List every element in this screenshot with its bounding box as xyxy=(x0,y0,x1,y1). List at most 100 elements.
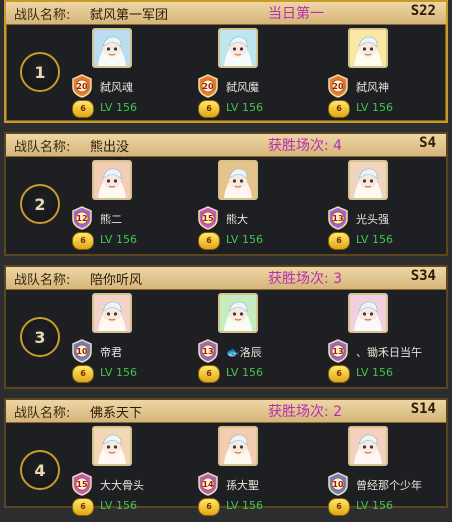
player-level: LV 156 xyxy=(226,366,263,379)
rank-badge-icon: 15 xyxy=(196,206,220,230)
rank-badge-icon: 20 xyxy=(196,74,220,98)
player-level: LV 156 xyxy=(356,101,393,114)
character-portrait[interactable] xyxy=(348,160,388,200)
server-tag: S34 xyxy=(410,268,436,284)
team-name-label: 战队名称: xyxy=(14,273,71,288)
team-name-label: 战队名称: xyxy=(14,406,71,421)
player-name: 帝君 xyxy=(100,346,122,359)
rank-badge-icon: 10 xyxy=(326,472,350,496)
character-portrait[interactable] xyxy=(92,426,132,466)
team-result: 获胜场次: 4 xyxy=(268,138,343,154)
team-member[interactable]: 13 光头强 6 LV 156 xyxy=(324,160,452,256)
team-name-label: 战队名称: xyxy=(14,8,71,23)
server-tag: S4 xyxy=(419,135,436,151)
svg-text:14: 14 xyxy=(202,480,214,489)
player-name: 光头强 xyxy=(356,213,389,226)
rank-medallion: 1 xyxy=(20,52,60,92)
rank-medallion: 4 xyxy=(20,450,60,490)
team-member[interactable]: 13 🐟洛辰 6 LV 156 xyxy=(194,293,322,389)
player-level: LV 156 xyxy=(226,233,263,246)
rank-badge-icon: 13 xyxy=(326,339,350,363)
character-portrait[interactable] xyxy=(92,28,132,68)
player-level: LV 156 xyxy=(356,233,393,246)
vip-badge: 6 xyxy=(72,365,94,383)
svg-text:15: 15 xyxy=(202,214,214,223)
rank-badge-icon: 13 xyxy=(196,339,220,363)
team-member[interactable]: 15 熊大 6 LV 156 xyxy=(194,160,322,256)
player-name: 、锄禾日当午 xyxy=(356,346,422,359)
character-portrait[interactable] xyxy=(92,160,132,200)
team-result: 当日第一 xyxy=(268,6,324,22)
svg-text:20: 20 xyxy=(76,82,88,91)
vip-badge: 6 xyxy=(328,498,350,516)
team-card[interactable]: 战队名称: 陪你听风 获胜场次: 3 S34 3 10 帝君 6 LV 156 13 🐟洛辰 6 LV … xyxy=(4,265,448,389)
player-level: LV 156 xyxy=(226,101,263,114)
player-level: LV 156 xyxy=(100,366,137,379)
team-member[interactable]: 10 曾经那个少年 6 LV 156 xyxy=(324,426,452,522)
player-level: LV 156 xyxy=(100,101,137,114)
svg-text:13: 13 xyxy=(202,347,213,356)
character-portrait[interactable] xyxy=(348,426,388,466)
team-member[interactable]: 10 帝君 6 LV 156 xyxy=(68,293,196,389)
vip-badge: 6 xyxy=(72,498,94,516)
character-portrait[interactable] xyxy=(218,28,258,68)
team-member[interactable]: 20 弑风魂 6 LV 156 xyxy=(68,28,196,124)
team-name: 弑风第一军团 xyxy=(90,8,169,23)
character-portrait[interactable] xyxy=(218,160,258,200)
team-card[interactable]: 战队名称: 佛系天下 获胜场次: 2 S14 4 15 大大骨头 6 LV 156 14 孫大聖 6 L… xyxy=(4,398,448,516)
svg-text:12: 12 xyxy=(76,214,87,223)
vip-badge: 6 xyxy=(328,232,350,250)
player-level: LV 156 xyxy=(100,233,137,246)
player-level: LV 156 xyxy=(356,499,393,512)
team-member[interactable]: 15 大大骨头 6 LV 156 xyxy=(68,426,196,522)
character-portrait[interactable] xyxy=(92,293,132,333)
team-result: 获胜场次: 3 xyxy=(268,271,343,287)
rank-medallion: 3 xyxy=(20,317,60,357)
vip-badge: 6 xyxy=(328,365,350,383)
server-tag: S14 xyxy=(410,401,436,417)
team-member[interactable]: 12 熊二 6 LV 156 xyxy=(68,160,196,256)
team-header: 战队名称: 熊出没 获胜场次: 4 S4 xyxy=(6,134,446,157)
vip-badge: 6 xyxy=(198,232,220,250)
rank-badge-icon: 12 xyxy=(70,206,94,230)
svg-text:20: 20 xyxy=(202,82,214,91)
character-portrait[interactable] xyxy=(348,293,388,333)
vip-badge: 6 xyxy=(198,100,220,118)
rank-badge-icon: 10 xyxy=(70,339,94,363)
vip-badge: 6 xyxy=(72,232,94,250)
team-result: 获胜场次: 2 xyxy=(268,404,343,420)
team-member[interactable]: 20 弑风魔 6 LV 156 xyxy=(194,28,322,124)
rank-badge-icon: 14 xyxy=(196,472,220,496)
rank-badge-icon: 15 xyxy=(70,472,94,496)
player-name: 熊大 xyxy=(226,213,248,226)
character-portrait[interactable] xyxy=(218,426,258,466)
player-level: LV 156 xyxy=(100,499,137,512)
svg-text:20: 20 xyxy=(332,82,344,91)
rank-medallion: 2 xyxy=(20,184,60,224)
team-name-label: 战队名称: xyxy=(14,140,71,155)
team-card[interactable]: 战队名称: 弑风第一军团 当日第一 S22 1 20 弑风魂 6 LV 156 20 弑风魔 6 LV … xyxy=(4,0,448,123)
player-name: 曾经那个少年 xyxy=(356,479,422,492)
rank-badge-icon: 20 xyxy=(70,74,94,98)
team-member[interactable]: 20 弑风神 6 LV 156 xyxy=(324,28,452,124)
team-member[interactable]: 13 、锄禾日当午 6 LV 156 xyxy=(324,293,452,389)
vip-badge: 6 xyxy=(198,498,220,516)
team-member[interactable]: 14 孫大聖 6 LV 156 xyxy=(194,426,322,522)
player-name: 弑风魂 xyxy=(100,81,133,94)
team-header: 战队名称: 佛系天下 获胜场次: 2 S14 xyxy=(6,400,446,423)
rank-badge-icon: 13 xyxy=(326,206,350,230)
team-name: 熊出没 xyxy=(90,140,130,155)
rank-badge-icon: 20 xyxy=(326,74,350,98)
player-name: 大大骨头 xyxy=(100,479,144,492)
team-name: 佛系天下 xyxy=(90,406,143,421)
character-portrait[interactable] xyxy=(348,28,388,68)
svg-text:10: 10 xyxy=(76,347,88,356)
server-tag: S22 xyxy=(410,3,436,19)
player-name: 弑风魔 xyxy=(226,81,259,94)
svg-text:10: 10 xyxy=(332,480,344,489)
team-card[interactable]: 战队名称: 熊出没 获胜场次: 4 S4 2 12 熊二 6 LV 156 15 熊大 6 LV 156… xyxy=(4,132,448,256)
vip-badge: 6 xyxy=(198,365,220,383)
character-portrait[interactable] xyxy=(218,293,258,333)
player-level: LV 156 xyxy=(356,366,393,379)
vip-badge: 6 xyxy=(328,100,350,118)
